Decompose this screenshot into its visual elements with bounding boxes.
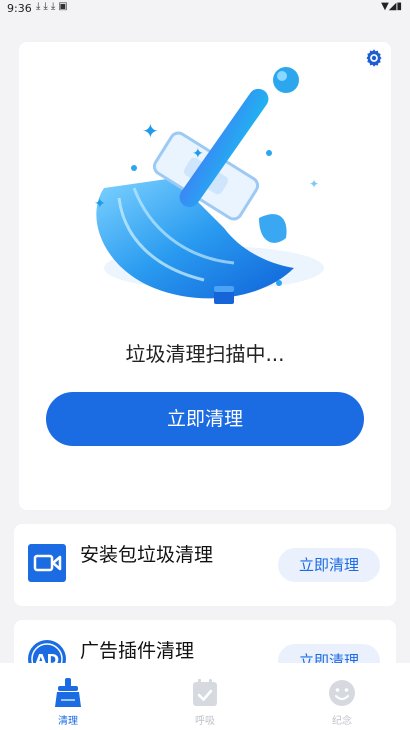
nav-label: 清理 (58, 716, 78, 727)
svg-text:✦: ✦ (309, 177, 319, 191)
clean-now-button[interactable]: 立即清理 (46, 392, 364, 446)
calendar-check-icon (193, 679, 217, 706)
hero-card: ✦ ✦ ✦ ✦ 垃圾清理扫描中... 立即清理 (19, 42, 391, 510)
status-time: 9:36 (7, 2, 32, 15)
smile-icon (329, 680, 355, 706)
task-title: 广告插件清理 (80, 640, 195, 662)
svg-text:✦: ✦ (94, 196, 106, 212)
scan-status-text: 垃圾清理扫描中... (125, 342, 285, 366)
nav-label: 呼吸 (195, 716, 215, 727)
broom-illustration: ✦ ✦ ✦ ✦ (94, 67, 324, 304)
clean-icon (55, 678, 81, 707)
signal-battery-icons: ▼◢▮ (381, 1, 402, 12)
settings-gear-icon[interactable] (363, 47, 385, 69)
task-clean-button[interactable]: 立即清理 (278, 548, 380, 582)
nav-item-breath[interactable]: 呼吸 (137, 663, 273, 730)
svg-text:✦: ✦ (192, 146, 204, 162)
status-bar: 9:36 ⤓⤓⤓▣ ▼◢▮ (0, 0, 410, 18)
nav-item-memorial[interactable]: 纪念 (274, 663, 410, 730)
bottom-nav: 清理 呼吸 纪念 (0, 663, 410, 730)
download-notification-icons: ⤓⤓⤓▣ (36, 1, 71, 12)
task-title: 安装包垃圾清理 (80, 544, 214, 566)
svg-text:✦: ✦ (142, 119, 159, 143)
video-file-icon (28, 544, 66, 582)
nav-label: 纪念 (332, 716, 352, 727)
nav-item-clean[interactable]: 清理 (0, 663, 136, 730)
task-card-package-clean: 安装包垃圾清理 立即清理 (14, 524, 396, 606)
